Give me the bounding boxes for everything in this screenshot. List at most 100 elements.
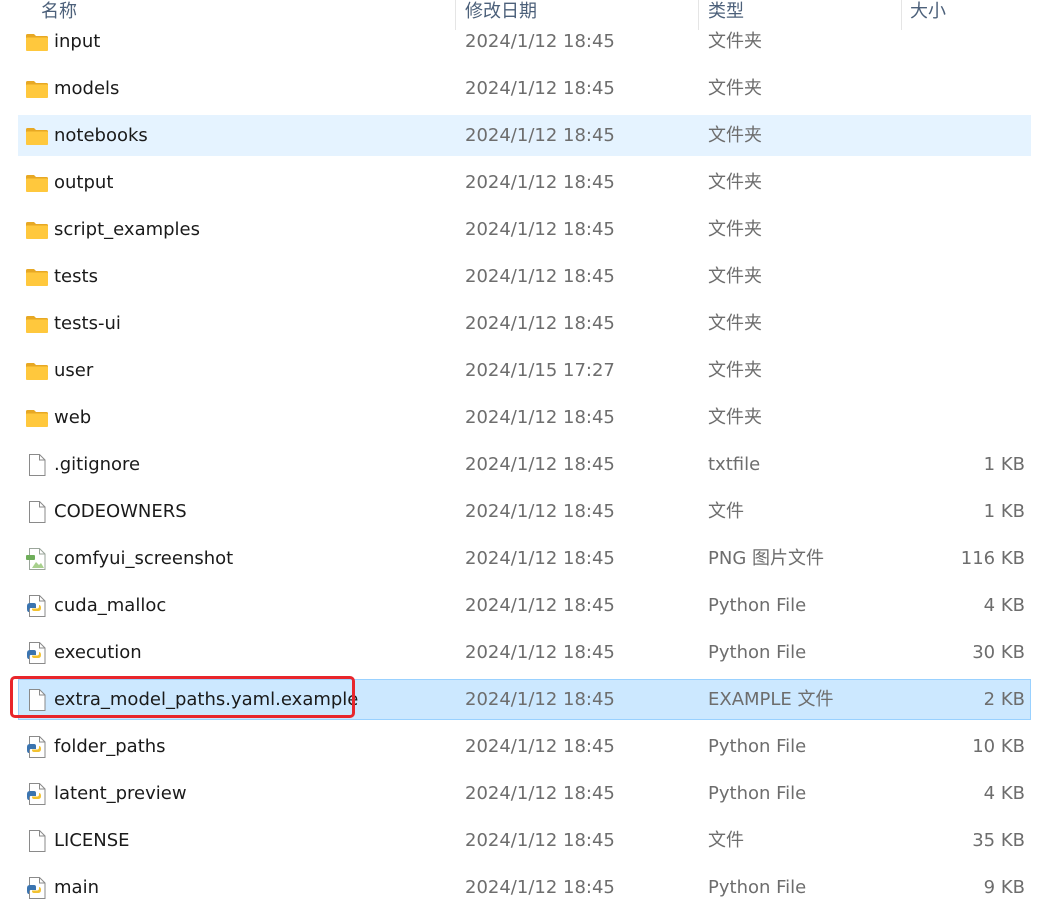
file-date: 2024/1/12 18:45	[465, 689, 615, 710]
python-file-icon	[25, 641, 49, 665]
file-name: web	[54, 407, 92, 428]
file-row[interactable]: output 2024/1/12 18:45 文件夹	[18, 162, 1031, 203]
blank-file-icon	[25, 688, 49, 712]
file-name: execution	[54, 642, 142, 663]
file-name: folder_paths	[54, 736, 166, 757]
file-name: main	[54, 877, 99, 898]
file-type: Python File	[708, 877, 807, 898]
file-date: 2024/1/12 18:45	[465, 501, 615, 522]
file-type: 文件夹	[708, 78, 762, 99]
blank-file-icon	[25, 829, 49, 853]
blank-file-icon	[25, 500, 49, 524]
file-type: 文件夹	[708, 219, 762, 240]
file-size: 1 KB	[983, 454, 1025, 475]
blank-file-icon	[25, 453, 49, 477]
file-date: 2024/1/12 18:45	[465, 642, 615, 663]
file-name: input	[54, 31, 101, 52]
file-row[interactable]: latent_preview 2024/1/12 18:45 Python File…	[18, 773, 1031, 814]
file-name: LICENSE	[54, 830, 130, 851]
folder-icon	[25, 30, 49, 54]
file-row[interactable]: .gitignore 2024/1/12 18:45 txtfile 1 KB	[18, 444, 1031, 485]
folder-icon	[25, 359, 49, 383]
file-date: 2024/1/12 18:45	[465, 783, 615, 804]
file-name: cuda_malloc	[54, 595, 167, 616]
folder-icon	[25, 77, 49, 101]
file-size: 1 KB	[983, 501, 1025, 522]
file-date: 2024/1/12 18:45	[465, 595, 615, 616]
file-date: 2024/1/12 18:45	[465, 877, 615, 898]
file-date: 2024/1/12 18:45	[465, 830, 615, 851]
file-row[interactable]: tests-ui 2024/1/12 18:45 文件夹	[18, 303, 1031, 344]
file-name: notebooks	[54, 125, 148, 146]
file-type: 文件夹	[708, 172, 762, 193]
python-file-icon	[25, 594, 49, 618]
file-type: txtfile	[708, 454, 761, 475]
file-type: 文件夹	[708, 31, 762, 52]
file-name: .gitignore	[54, 454, 141, 475]
file-date: 2024/1/12 18:45	[465, 125, 615, 146]
file-size: 10 KB	[972, 736, 1025, 757]
file-row[interactable]: input 2024/1/12 18:45 文件夹	[18, 21, 1031, 62]
file-size: 2 KB	[983, 689, 1025, 710]
file-date: 2024/1/12 18:45	[465, 454, 615, 475]
file-row[interactable]: main 2024/1/12 18:45 Python File 9 KB	[18, 867, 1031, 908]
file-name: tests	[54, 266, 98, 287]
file-date: 2024/1/15 17:27	[465, 360, 615, 381]
file-date: 2024/1/12 18:45	[465, 219, 615, 240]
image-file-icon	[25, 547, 49, 571]
file-name: script_examples	[54, 219, 201, 240]
file-date: 2024/1/12 18:45	[465, 172, 615, 193]
file-row[interactable]: web 2024/1/12 18:45 文件夹	[18, 397, 1031, 438]
file-size: 4 KB	[983, 595, 1025, 616]
file-type: Python File	[708, 595, 807, 616]
file-row[interactable]: tests 2024/1/12 18:45 文件夹	[18, 256, 1031, 297]
folder-icon	[25, 124, 49, 148]
file-date: 2024/1/12 18:45	[465, 736, 615, 757]
file-row[interactable]: cuda_malloc 2024/1/12 18:45 Python File 4 K…	[18, 585, 1031, 626]
file-row[interactable]: CODEOWNERS 2024/1/12 18:45 文件 1 KB	[18, 491, 1031, 532]
python-file-icon	[25, 735, 49, 759]
file-date: 2024/1/12 18:45	[465, 31, 615, 52]
folder-icon	[25, 171, 49, 195]
file-type: 文件夹	[708, 360, 762, 381]
file-type: 文件夹	[708, 266, 762, 287]
file-name: output	[54, 172, 114, 193]
folder-icon	[25, 265, 49, 289]
file-type: PNG 图片文件	[708, 548, 824, 569]
file-type: 文件	[708, 501, 744, 522]
file-row[interactable]: extra_model_paths.yaml.example 2024/1/12 …	[18, 679, 1031, 720]
file-row[interactable]: folder_paths 2024/1/12 18:45 Python File 10…	[18, 726, 1031, 767]
file-name: extra_model_paths.yaml.example	[54, 689, 359, 710]
file-size: 35 KB	[972, 830, 1025, 851]
file-row[interactable]: comfyui_screenshot 2024/1/12 18:45 PNG 图片文…	[18, 538, 1031, 579]
file-row[interactable]: user 2024/1/15 17:27 文件夹	[18, 350, 1031, 391]
file-row[interactable]: notebooks 2024/1/12 18:45 文件夹	[18, 115, 1031, 156]
file-size: 9 KB	[983, 877, 1025, 898]
file-name: user	[54, 360, 94, 381]
python-file-icon	[25, 876, 49, 900]
file-name: latent_preview	[54, 783, 187, 804]
file-date: 2024/1/12 18:45	[465, 313, 615, 334]
file-date: 2024/1/12 18:45	[465, 266, 615, 287]
python-file-icon	[25, 782, 49, 806]
file-row[interactable]: models 2024/1/12 18:45 文件夹	[18, 68, 1031, 109]
file-row[interactable]: execution 2024/1/12 18:45 Python File 30 KB	[18, 632, 1031, 673]
file-type: 文件夹	[708, 125, 762, 146]
file-type: Python File	[708, 783, 807, 804]
file-size: 4 KB	[983, 783, 1025, 804]
file-type: Python File	[708, 736, 807, 757]
folder-icon	[25, 406, 49, 430]
folder-icon	[25, 218, 49, 242]
file-name: tests-ui	[54, 313, 121, 334]
file-row[interactable]: LICENSE 2024/1/12 18:45 文件 35 KB	[18, 820, 1031, 861]
file-date: 2024/1/12 18:45	[465, 548, 615, 569]
file-type: 文件	[708, 830, 744, 851]
file-type: EXAMPLE 文件	[708, 689, 834, 710]
file-name: models	[54, 78, 120, 99]
file-type: Python File	[708, 642, 807, 663]
file-date: 2024/1/12 18:45	[465, 78, 615, 99]
file-type: 文件夹	[708, 313, 762, 334]
file-size: 116 KB	[960, 548, 1025, 569]
file-size: 30 KB	[972, 642, 1025, 663]
file-row[interactable]: script_examples 2024/1/12 18:45 文件夹	[18, 209, 1031, 250]
